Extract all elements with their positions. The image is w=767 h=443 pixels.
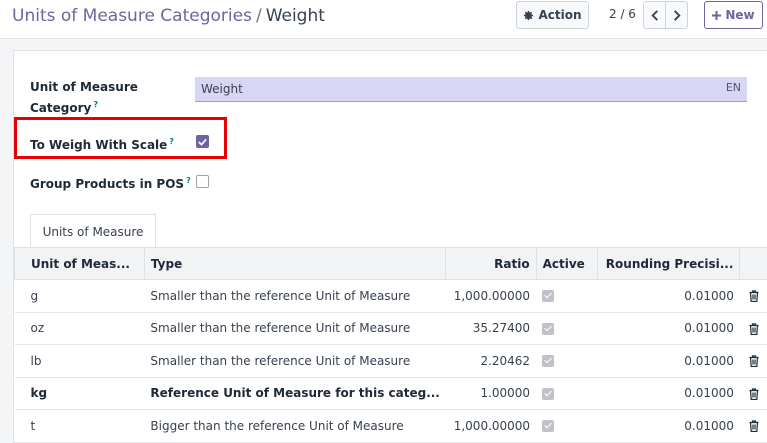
cell-unit[interactable]: t [14,409,145,443]
chevron-left-icon [650,9,658,21]
cell-rounding[interactable]: 0.01000 [597,409,740,443]
cell-active[interactable] [536,344,598,378]
cell-rounding[interactable]: 0.01000 [597,279,740,313]
table-row[interactable]: kg Reference Unit of Measure for this cat… [14,377,767,410]
cell-rounding[interactable]: 0.01000 [597,312,740,345]
uom-table: Unit of Meas... Type Ratio Active Roundi… [14,247,767,443]
table-row[interactable]: oz Smaller than the reference Unit of Mea… [14,312,767,345]
trash-icon[interactable] [749,290,759,303]
breadcrumb-current: Weight [265,6,325,26]
action-button[interactable]: Action [516,1,589,29]
trash-icon[interactable] [749,388,759,400]
column-header-actions [739,247,767,280]
cell-active[interactable] [536,279,598,313]
cell-type[interactable]: Smaller than the reference Unit of Measu… [144,344,446,378]
tab-units-of-measure[interactable]: Units of Measure [30,214,156,248]
cell-rounding[interactable]: 0.01000 [597,344,740,378]
trash-icon[interactable] [749,355,759,368]
cell-unit[interactable]: lb [14,344,145,378]
cell-unit[interactable]: g [14,279,145,313]
plus-icon [712,10,722,20]
cell-active[interactable] [536,377,598,410]
pager-next-button[interactable] [665,1,688,29]
cell-delete[interactable] [739,344,767,378]
column-header-active[interactable]: Active [535,247,598,280]
cell-delete[interactable] [739,279,767,313]
highlight-box [14,117,227,159]
cell-type[interactable]: Smaller than the reference Unit of Measu… [144,312,446,345]
cell-active[interactable] [536,312,598,345]
action-label: Action [538,8,582,22]
uom-table-body: g Smaller than the reference Unit of Meas… [14,279,767,443]
trash-icon[interactable] [749,323,759,335]
table-row[interactable]: lb Smaller than the reference Unit of Mea… [14,344,767,378]
pager-previous-button[interactable] [643,1,666,29]
cell-delete[interactable] [739,377,767,410]
category-name-input[interactable]: Weight EN [195,77,747,102]
new-label: New [725,8,755,22]
active-checkbox[interactable] [542,322,555,335]
form-sheet: Unit of Measure Category? Weight EN To W… [13,50,767,443]
cell-delete[interactable] [739,409,767,443]
column-header-ratio[interactable]: Ratio [445,247,537,280]
gear-icon [524,10,534,20]
cell-type[interactable]: Reference Unit of Measure for this categ… [144,377,446,410]
active-checkbox[interactable] [542,387,555,400]
cell-rounding[interactable]: 0.01000 [597,377,740,410]
cell-type[interactable]: Smaller than the reference Unit of Measu… [144,279,446,313]
trash-icon[interactable] [749,420,759,433]
cell-unit[interactable]: kg [14,377,145,410]
breadcrumb-parent[interactable]: Units of Measure Categories [12,6,252,26]
chevron-right-icon [673,9,681,21]
cell-active[interactable] [536,409,598,443]
table-row[interactable]: t Bigger than the reference Unit of Measu… [14,409,767,443]
group-pos-label: Group Products in POS? [30,176,191,191]
active-checkbox[interactable] [542,420,555,433]
help-tooltip-icon[interactable]: ? [93,100,98,109]
table-header-row: Unit of Meas... Type Ratio Active Roundi… [14,247,767,280]
cell-ratio[interactable]: 1,000.00000 [445,279,537,313]
group-pos-checkbox[interactable] [196,175,209,188]
active-checkbox[interactable] [542,290,555,303]
help-tooltip-icon[interactable]: ? [186,176,191,185]
category-label: Unit of Measure Category? [30,80,138,115]
cell-delete[interactable] [739,312,767,345]
pager-value[interactable]: 2 / 6 [609,7,636,21]
column-header-unit[interactable]: Unit of Meas... [14,247,145,280]
cell-unit[interactable]: oz [14,312,145,345]
active-checkbox[interactable] [542,355,555,368]
cell-ratio[interactable]: 1,000.00000 [445,409,537,443]
column-header-rounding[interactable]: Rounding Precisi... [596,247,741,280]
breadcrumb: Units of Measure Categories / Weight [12,6,325,26]
breadcrumb-separator: / [255,6,262,26]
column-header-type[interactable]: Type [143,247,447,280]
control-panel: Units of Measure Categories / Weight Actio… [0,0,767,39]
language-badge[interactable]: EN [726,81,741,94]
cell-ratio[interactable]: 35.27400 [445,312,537,345]
cell-type[interactable]: Bigger than the reference Unit of Measur… [144,409,446,443]
category-name-value: Weight [201,82,243,96]
cell-ratio[interactable]: 1.00000 [445,377,537,410]
new-button[interactable]: New [704,1,763,29]
cell-ratio[interactable]: 2.20462 [445,344,537,378]
table-row[interactable]: g Smaller than the reference Unit of Meas… [14,279,767,313]
